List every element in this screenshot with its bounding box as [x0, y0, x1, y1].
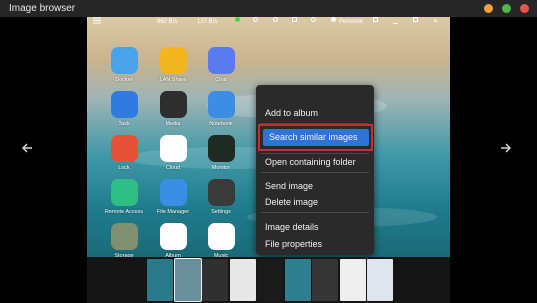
menu-item-send-image[interactable]: Send image — [265, 179, 313, 193]
app-storage: Storage — [101, 223, 147, 257]
app-task: Task — [101, 91, 147, 127]
title-bar: Image browser — [0, 0, 537, 17]
user-icon — [331, 17, 336, 22]
app-cloud: Cloud — [150, 135, 196, 171]
close-button[interactable] — [520, 4, 529, 13]
status-dot-icon — [235, 17, 240, 22]
filmstrip-thumbnail[interactable] — [202, 259, 228, 301]
sync-icon — [273, 17, 278, 22]
menu-separator — [261, 153, 369, 154]
filmstrip-thumbnail[interactable] — [229, 259, 256, 301]
app-label: File Manager — [156, 209, 190, 215]
gear-icon — [207, 179, 235, 206]
app-notebook: Notebook — [198, 91, 244, 127]
menu-separator — [261, 172, 369, 173]
pulse-icon — [207, 135, 235, 162]
app-docker: Docker — [101, 47, 147, 83]
filmstrip-thumbnail[interactable] — [284, 259, 311, 301]
app-label: Media — [165, 121, 181, 127]
app-file-manager: File Manager — [150, 179, 196, 215]
menu-item-add-to-album[interactable]: Add to album — [265, 106, 318, 120]
app-label: Docker — [115, 77, 133, 83]
chat-icon — [207, 47, 235, 74]
docker-icon — [110, 47, 138, 74]
app-label: Lock — [118, 165, 130, 171]
remote-icon — [110, 179, 138, 206]
app-label: LAN Share — [159, 77, 187, 83]
filmstrip-thumbnail[interactable] — [312, 259, 338, 301]
bell-icon — [292, 17, 297, 22]
arrow-right-icon[interactable] — [500, 142, 512, 158]
menu-item-image-details[interactable]: Image details — [265, 220, 319, 234]
app-settings: Settings — [198, 179, 244, 215]
menu-icon — [93, 17, 101, 29]
menu-item-delete-image[interactable]: Delete image — [265, 195, 318, 209]
app-label: Settings — [211, 209, 231, 215]
highlight-outline: Search similar images — [258, 124, 373, 151]
notebook-icon — [207, 91, 235, 118]
check-circle-icon — [110, 135, 138, 162]
filmstrip-thumbnail[interactable] — [257, 259, 283, 301]
menu-item-file-properties[interactable]: File properties — [265, 237, 322, 251]
app-chat: Chat — [198, 47, 244, 83]
folder-icon — [159, 179, 187, 206]
filmstrip — [87, 257, 450, 303]
image-viewer: 962 B/s 127 B/s Personal ✕ Docker LAN Sha… — [0, 17, 537, 303]
task-icon — [110, 91, 138, 118]
app-remote-access: Remote Access — [101, 179, 147, 215]
app-monitor: Monitor — [198, 135, 244, 171]
app-media: Media — [150, 91, 196, 127]
arrow-left-icon[interactable] — [21, 142, 33, 158]
context-menu: Add to album Search similar images Open … — [256, 85, 374, 255]
menu-item-open-folder[interactable]: Open containing folder — [265, 155, 356, 169]
music-icon — [207, 223, 235, 250]
app-label: Chat — [215, 77, 227, 83]
phone-status-bar: 962 B/s 127 B/s Personal ✕ — [87, 17, 450, 28]
menu-item-search-similar[interactable]: Search similar images — [263, 129, 369, 146]
cloud-icon — [159, 135, 187, 162]
menu-separator — [261, 212, 369, 213]
filmstrip-thumbnail[interactable] — [339, 259, 366, 301]
folder-share-icon — [159, 47, 187, 74]
app-label: Cloud — [165, 165, 181, 171]
album-icon — [159, 223, 187, 250]
app-label: Notebook — [209, 121, 233, 127]
close-icon: ✕ — [433, 19, 439, 25]
app-lan-share: LAN Share — [150, 47, 196, 83]
maximize-button[interactable] — [502, 4, 511, 13]
app-album: Album — [150, 223, 196, 257]
app-lock: Lock — [101, 135, 147, 171]
fullscreen-icon — [373, 17, 378, 22]
app-label: Remote Access — [104, 209, 144, 215]
storage-icon — [110, 223, 138, 250]
speed-readout-1: 962 B/s — [157, 19, 178, 25]
app-music: Music — [198, 223, 244, 257]
filmstrip-thumbnail[interactable] — [173, 258, 202, 302]
window-title: Image browser — [9, 3, 76, 14]
speed-readout-2: 127 B/s — [197, 19, 218, 25]
profile-name: Personal — [339, 19, 363, 25]
search-icon — [311, 17, 316, 22]
minimize-icon — [393, 23, 398, 24]
filmstrip-thumbnail[interactable] — [147, 259, 173, 301]
clapper-icon — [159, 91, 187, 118]
app-label: Monitor — [211, 165, 231, 171]
minimize-button[interactable] — [484, 4, 493, 13]
app-label: Task — [118, 121, 130, 127]
menu-item-label: Search similar images — [269, 132, 358, 142]
filmstrip-thumbnail[interactable] — [367, 259, 393, 301]
restore-icon — [413, 17, 418, 22]
block-icon — [253, 17, 258, 22]
